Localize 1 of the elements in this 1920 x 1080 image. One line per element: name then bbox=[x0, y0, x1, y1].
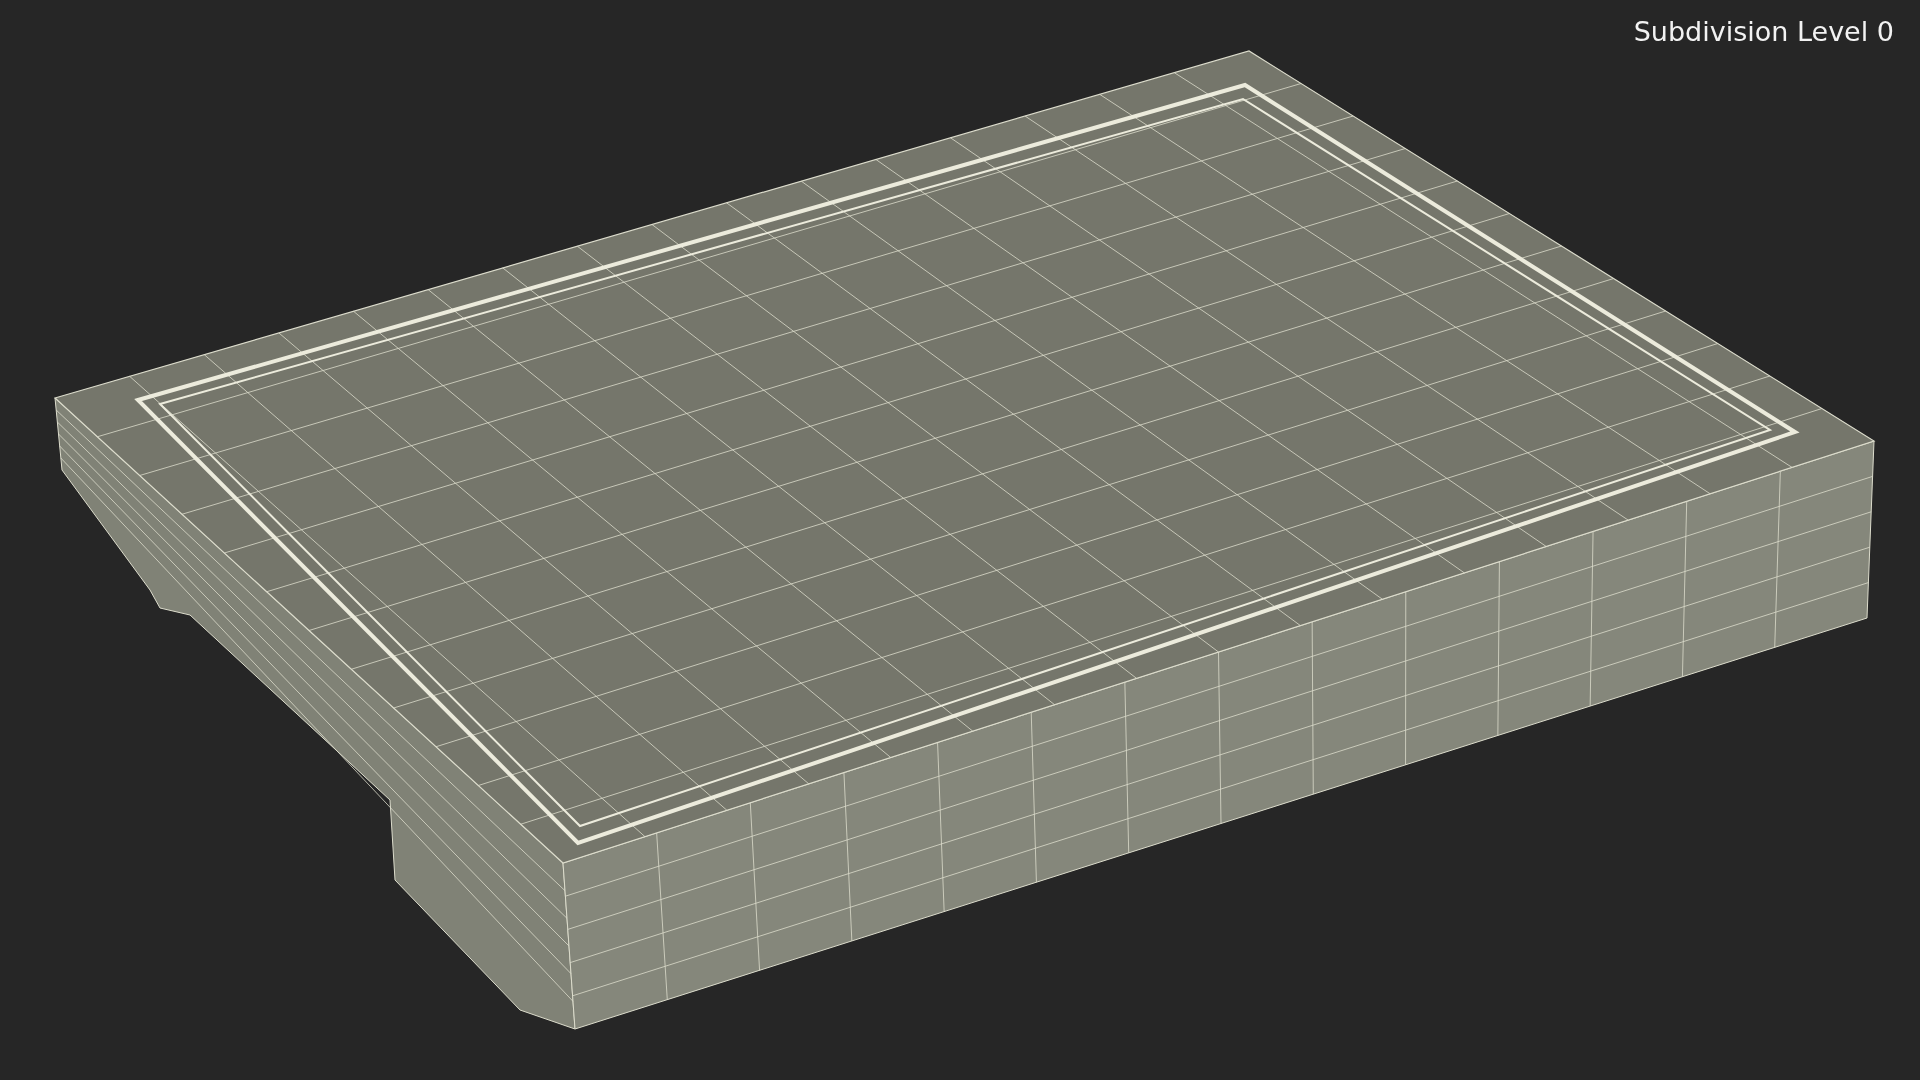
subdivision-label: Subdivision Level 0 bbox=[1633, 15, 1894, 49]
